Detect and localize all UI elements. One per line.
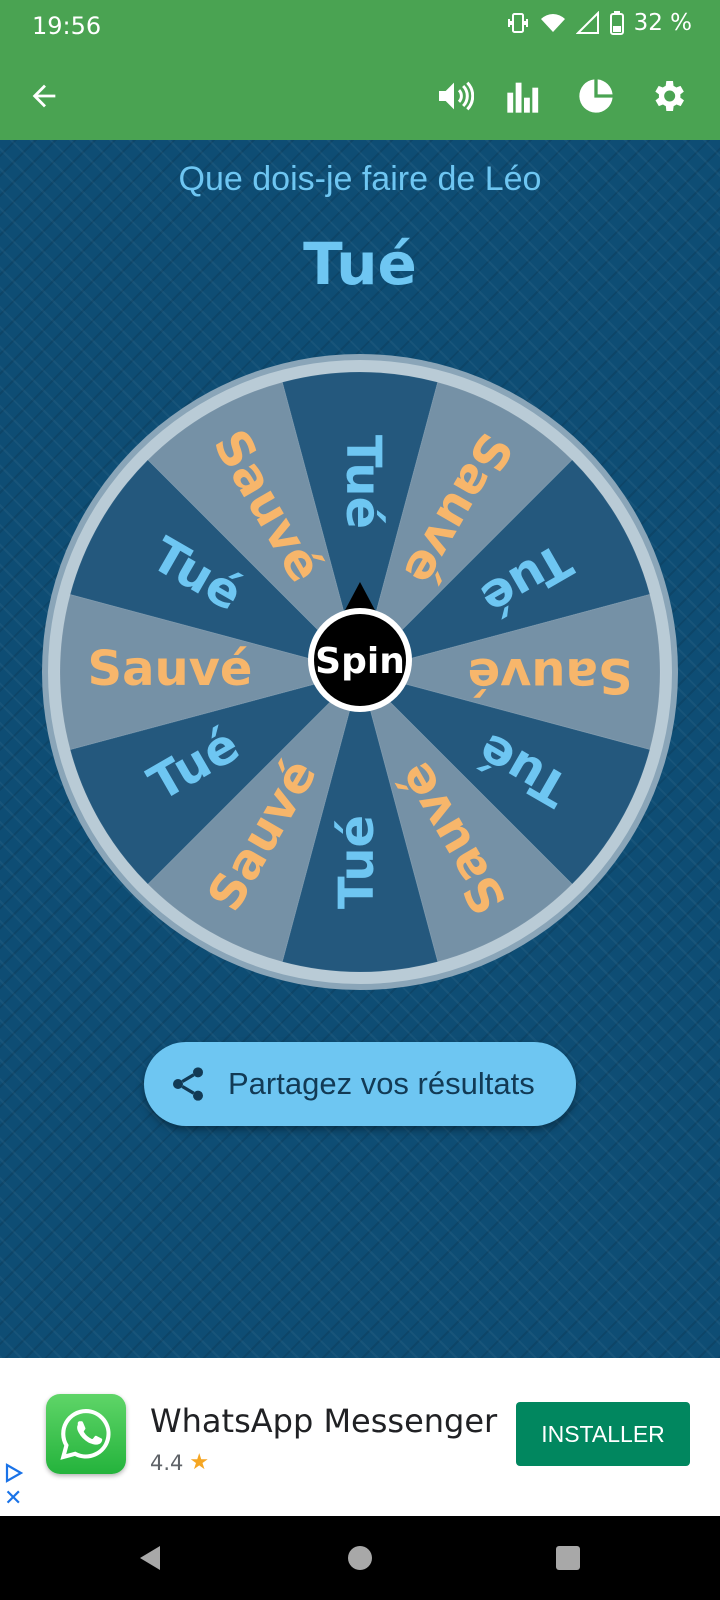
spin-result: Tué (303, 230, 417, 298)
wheel-segment-label: Sauvé (88, 641, 253, 697)
pie-chart-button[interactable] (572, 72, 620, 120)
back-button[interactable] (20, 72, 68, 120)
ad-rating-value: 4.4 (150, 1450, 184, 1475)
pie-chart-icon (579, 79, 613, 113)
share-results-label: Partagez vos résultats (228, 1066, 535, 1101)
star-icon: ★ (189, 1450, 210, 1475)
status-bar: 19:56 32 % (0, 0, 720, 52)
share-results-button[interactable]: Partagez vos résultats (144, 1042, 576, 1126)
gear-icon (655, 81, 684, 111)
wifi-icon (540, 11, 566, 35)
settings-button[interactable] (644, 72, 692, 120)
ad-rating: 4.4 ★ (150, 1450, 209, 1475)
wheel-segment-label: Tué (335, 435, 391, 529)
battery-icon (609, 11, 624, 35)
question-title: Que dois-je faire de Léo (178, 160, 542, 198)
volume-button[interactable] (430, 72, 478, 120)
battery-level: 32 % (633, 10, 692, 36)
spin-label: Spin (315, 641, 405, 682)
stats-icon (507, 82, 539, 113)
share-icon (173, 1067, 203, 1101)
wheel-segment-label: Tué (329, 815, 385, 909)
status-icons: 32 % (506, 10, 692, 36)
close-ad-icon[interactable]: ✕ (4, 1487, 24, 1509)
status-time: 19:56 (32, 12, 102, 40)
ad-app-name: WhatsApp Messenger (150, 1402, 498, 1440)
volume-icon (439, 81, 474, 111)
install-button[interactable]: INSTALLER (516, 1402, 690, 1466)
navigation-bar (0, 1516, 720, 1600)
app-bar (0, 52, 720, 140)
whatsapp-logo-icon (46, 1394, 126, 1474)
ad-banner[interactable]: WhatsApp Messenger 4.4 ★ INSTALLER ✕ (0, 1358, 720, 1516)
vibrate-icon (506, 11, 530, 35)
wheel-segment-label: Sauvé (468, 647, 633, 703)
back-nav-icon[interactable] (134, 1542, 166, 1574)
signal-icon (575, 11, 600, 35)
home-nav-icon[interactable] (344, 1542, 376, 1574)
spin-wheel[interactable]: Tué SauvéTuéSauvéTuéSauvéTuéSauvéTuéSauvé… (38, 350, 682, 994)
arrow-left-icon (32, 84, 56, 108)
stats-button[interactable] (500, 72, 548, 120)
recents-nav-icon[interactable] (552, 1542, 584, 1574)
adchoices-icon[interactable] (4, 1462, 24, 1484)
